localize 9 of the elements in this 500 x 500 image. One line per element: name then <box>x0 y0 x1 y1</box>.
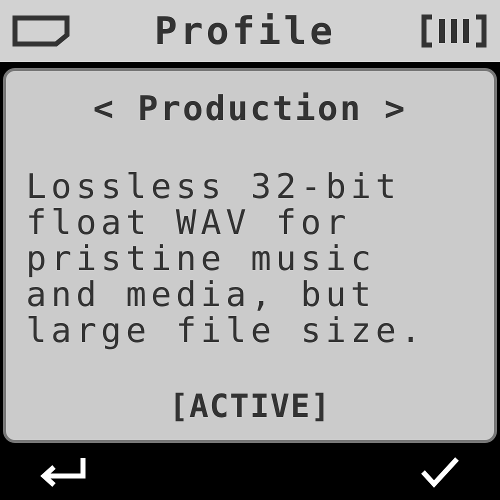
check-icon[interactable] <box>420 456 460 488</box>
profile-description: Lossless 32-bit float WAV for pristine music and media, but large file size. <box>25 169 427 349</box>
screen-title: Profile <box>154 9 336 53</box>
previous-arrow[interactable]: < <box>93 89 116 129</box>
battery-icon <box>420 14 488 48</box>
status-label: [ACTIVE] <box>168 387 332 425</box>
next-arrow[interactable]: > <box>384 89 407 129</box>
profile-name: Production <box>138 89 362 129</box>
card-icon <box>12 15 70 47</box>
